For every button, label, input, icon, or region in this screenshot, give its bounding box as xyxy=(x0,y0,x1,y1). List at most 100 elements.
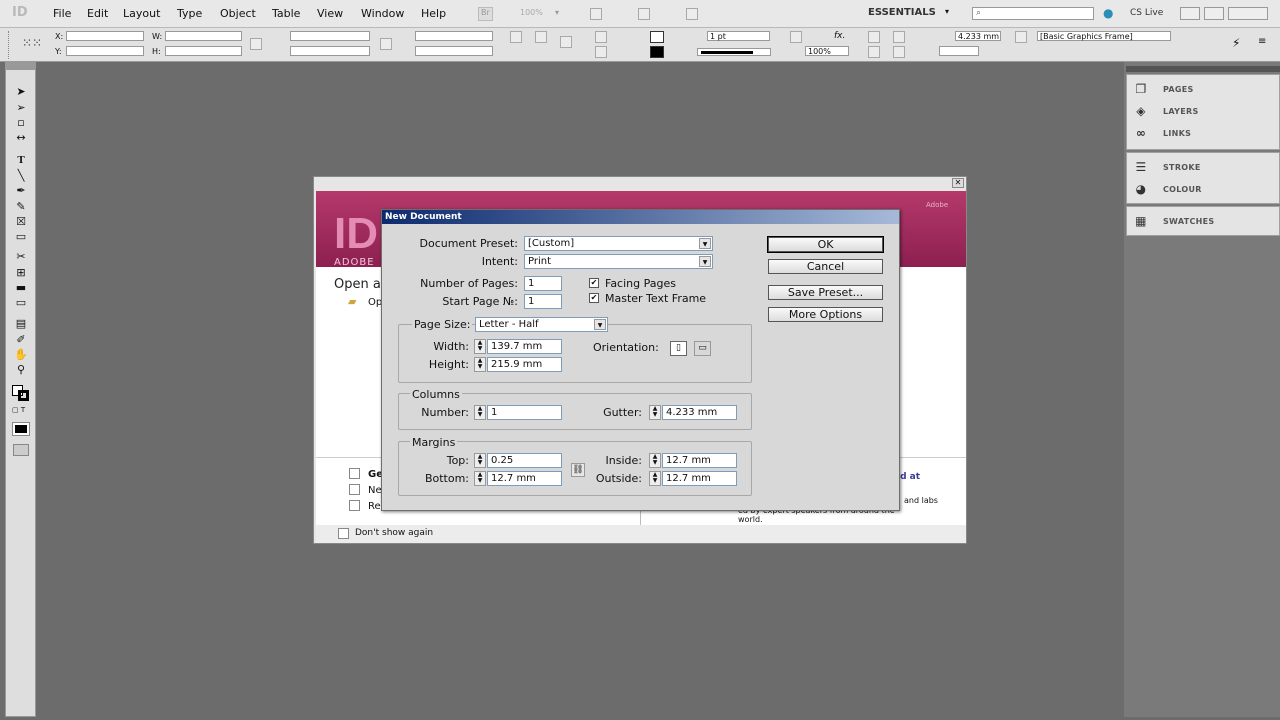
type-on-path-icon[interactable] xyxy=(560,36,572,48)
panel-menu-icon[interactable]: ≡ xyxy=(1258,36,1266,47)
maximize-button[interactable] xyxy=(1204,7,1224,20)
stroke-color-icon[interactable] xyxy=(18,390,29,401)
drop-shadow-icon[interactable] xyxy=(790,31,802,43)
search-input[interactable]: ⌕ xyxy=(972,7,1094,20)
menu-edit[interactable]: Edit xyxy=(87,7,108,20)
view-options-icon[interactable] xyxy=(590,8,602,20)
scissors-tool-icon[interactable]: ✂ xyxy=(14,250,28,264)
document-preset-select[interactable]: [Custom] ▼ xyxy=(524,236,713,251)
zoom-dropdown-icon[interactable]: ▾ xyxy=(555,8,559,17)
minimize-button[interactable] xyxy=(1180,7,1200,20)
ok-button[interactable]: OK xyxy=(767,236,884,253)
bottom-input[interactable]: 12.7 mm xyxy=(487,471,562,486)
scale-y-field[interactable] xyxy=(290,46,370,56)
eyedropper-tool-icon[interactable]: ✐ xyxy=(14,333,28,347)
fill-swatch[interactable] xyxy=(650,31,664,43)
stroke-swatch[interactable] xyxy=(650,46,664,58)
opacity-field[interactable]: 100% xyxy=(805,46,849,56)
screen-mode-icon[interactable] xyxy=(638,8,650,20)
panel-layers[interactable]: ◈ LAYERS xyxy=(1133,102,1275,122)
h-field[interactable] xyxy=(165,46,242,56)
gap-tool-icon[interactable]: ↔ xyxy=(14,131,28,145)
control-panel-grip[interactable] xyxy=(8,31,11,59)
object-style-icon[interactable] xyxy=(1015,31,1027,43)
outside-input[interactable]: 12.7 mm xyxy=(662,471,737,486)
save-preset-button[interactable]: Save Preset... xyxy=(768,285,883,300)
note-tool-icon[interactable]: ▤ xyxy=(14,317,28,331)
quick-apply-icon[interactable]: ⚡ xyxy=(1232,36,1240,50)
more-options-button[interactable]: More Options xyxy=(768,307,883,322)
panel-links[interactable]: ∞ LINKS xyxy=(1133,124,1275,144)
menu-view[interactable]: View xyxy=(317,7,343,20)
zoom-tool-icon[interactable]: ⚲ xyxy=(14,363,28,377)
gutter-input[interactable]: 4.233 mm xyxy=(662,405,737,420)
stroke-style-field[interactable] xyxy=(939,46,979,56)
panel-stroke[interactable]: ☰ STROKE xyxy=(1133,158,1275,178)
panel-dock-header[interactable] xyxy=(1126,66,1280,72)
formatting-affects-icon[interactable]: ▢ T xyxy=(12,406,32,414)
object-style-select[interactable]: [Basic Graphics Frame] xyxy=(1037,31,1171,41)
w-field[interactable] xyxy=(165,31,242,41)
dialog-titlebar[interactable]: New Document xyxy=(382,210,899,224)
start-page-input[interactable]: 1 xyxy=(524,294,562,309)
pencil-tool-icon[interactable]: ✎ xyxy=(14,200,28,214)
shear-field[interactable] xyxy=(415,46,493,56)
menu-layout[interactable]: Layout xyxy=(123,7,160,20)
menu-help[interactable]: Help xyxy=(421,7,446,20)
num-pages-input[interactable]: 1 xyxy=(524,276,562,291)
dont-show-checkbox[interactable] xyxy=(338,528,349,539)
facing-pages-checkbox[interactable]: ✔ xyxy=(589,278,599,288)
pen-tool-icon[interactable]: ✒ xyxy=(14,184,28,198)
top-input[interactable]: 0.25 xyxy=(487,453,562,468)
panel-pages[interactable]: ❐ PAGES xyxy=(1133,80,1275,100)
apply-color-icon[interactable] xyxy=(12,422,30,436)
landscape-icon[interactable]: ▭ xyxy=(694,341,711,356)
height-input[interactable]: 215.9 mm xyxy=(487,357,562,372)
inside-input[interactable]: 12.7 mm xyxy=(662,453,737,468)
flip-vertical-icon[interactable] xyxy=(595,46,607,58)
zoom-level[interactable]: 100% xyxy=(520,8,543,17)
gradient-swatch-tool-icon[interactable]: ▬ xyxy=(14,281,28,295)
master-text-frame-checkbox[interactable]: ✔ xyxy=(589,293,599,303)
flip-horizontal-icon[interactable] xyxy=(595,31,607,43)
tools-panel-header[interactable] xyxy=(6,63,35,70)
bridge-button[interactable]: Br xyxy=(478,7,493,21)
selection-tool-icon[interactable]: ➤ xyxy=(14,85,28,99)
rectangle-frame-tool-icon[interactable]: ☒ xyxy=(14,215,28,229)
menu-window[interactable]: Window xyxy=(361,7,404,20)
workspace-dropdown-icon[interactable]: ▾ xyxy=(945,7,949,16)
menu-object[interactable]: Object xyxy=(220,7,256,20)
height-stepper[interactable]: ▲ ▼ xyxy=(474,357,486,372)
rotate-cw-icon[interactable] xyxy=(510,31,522,43)
welcome-close-icon[interactable]: ✕ xyxy=(952,178,964,188)
page-size-select[interactable]: Letter - Half ▼ xyxy=(475,317,608,332)
x-field[interactable] xyxy=(66,31,144,41)
menu-table[interactable]: Table xyxy=(272,7,300,20)
bottom-stepper[interactable]: ▲ ▼ xyxy=(474,471,486,486)
intent-select[interactable]: Print ▼ xyxy=(524,254,713,269)
center-content-icon[interactable] xyxy=(893,31,905,43)
panel-swatches[interactable]: ▦ SWATCHES xyxy=(1133,212,1275,232)
number-input[interactable]: 1 xyxy=(487,405,562,420)
effects-icon[interactable]: fx. xyxy=(834,31,845,41)
gradient-feather-tool-icon[interactable]: ▭ xyxy=(14,296,28,310)
stroke-weight-field[interactable]: 1 pt xyxy=(707,31,770,41)
page-tool-icon[interactable]: ▫ xyxy=(14,116,28,130)
menu-type[interactable]: Type xyxy=(177,7,202,20)
cancel-button[interactable]: Cancel xyxy=(768,259,883,274)
list-item[interactable]: Ne xyxy=(368,485,382,496)
arrange-documents-icon[interactable] xyxy=(686,8,698,20)
outside-stepper[interactable]: ▲ ▼ xyxy=(649,471,661,486)
type-tool-icon[interactable]: T xyxy=(14,153,28,167)
close-button[interactable] xyxy=(1228,7,1268,20)
direct-selection-tool-icon[interactable]: ➢ xyxy=(14,101,28,115)
gutter-field[interactable]: 4.233 mm xyxy=(955,31,1001,41)
cs-live-button[interactable]: CS Live xyxy=(1130,8,1163,18)
y-field[interactable] xyxy=(66,46,144,56)
reference-point-icon[interactable]: ⁙⁙ xyxy=(22,36,42,50)
scale-x-field[interactable] xyxy=(290,31,370,41)
width-input[interactable]: 139.7 mm xyxy=(487,339,562,354)
rotate-ccw-icon[interactable] xyxy=(535,31,547,43)
stroke-type-select[interactable] xyxy=(697,48,771,56)
workspace-switcher[interactable]: ESSENTIALS xyxy=(868,7,936,18)
